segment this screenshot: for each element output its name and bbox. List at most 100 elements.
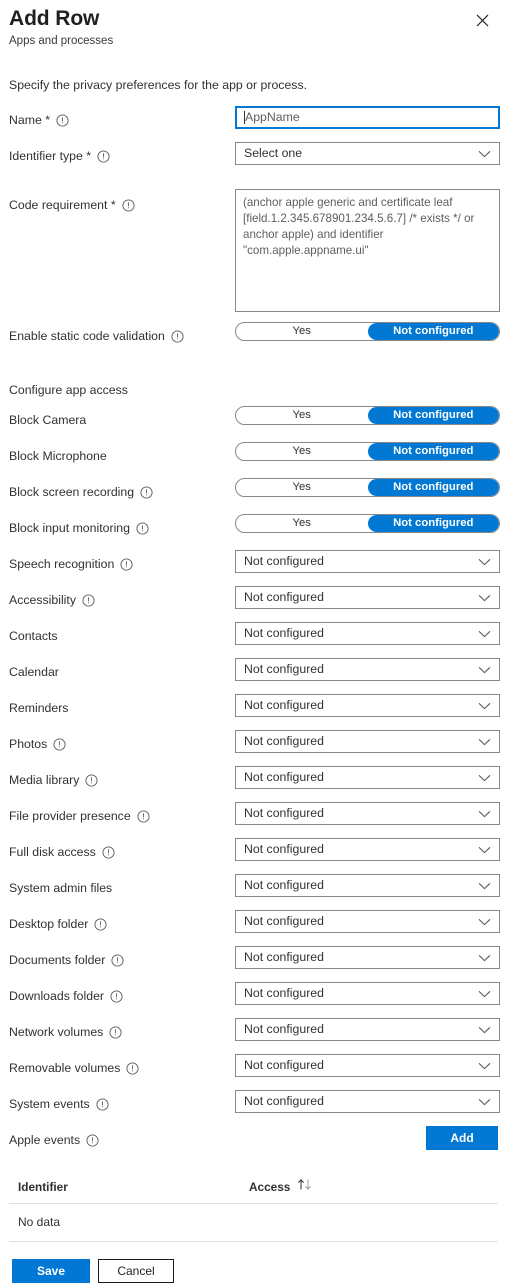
reminders-select[interactable]: Not configured — [235, 694, 500, 717]
block-screen-recording-toggle[interactable]: Yes Not configured — [235, 478, 500, 497]
toggle-option-not-configured[interactable]: Not configured — [367, 407, 499, 424]
removable-volumes-select[interactable]: Not configured — [235, 1054, 500, 1077]
field-label-system-admin-files: System admin files — [9, 874, 235, 896]
field-label-block-input-monitoring: Block input monitoring — [9, 514, 235, 536]
field-row-block-screen-recording: Block screen recording Yes Not configured — [9, 478, 500, 514]
contacts-select[interactable]: Not configured — [235, 622, 500, 645]
code-requirement-textarea[interactable]: (anchor apple generic and certificate le… — [235, 189, 500, 312]
block-camera-toggle[interactable]: Yes Not configured — [235, 406, 500, 425]
field-row-accessibility: Accessibility Not configured — [9, 586, 500, 622]
apple-events-table: Identifier Access No data — [9, 1178, 498, 1242]
add-button[interactable]: Add — [426, 1126, 498, 1150]
identifier-type-select[interactable]: Select one — [235, 142, 500, 165]
label-text-block-input-monitoring: Block input monitoring — [9, 521, 130, 535]
field-row-code-requirement: Code requirement * (anchor apple generic… — [9, 189, 500, 320]
desktop-folder-value: Not configured — [244, 914, 324, 928]
cancel-button[interactable]: Cancel — [98, 1259, 174, 1283]
label-text-system-events: System events — [9, 1097, 90, 1111]
field-label-removable-volumes: Removable volumes — [9, 1054, 235, 1076]
label-text-reminders: Reminders — [9, 701, 69, 715]
full-disk-access-value: Not configured — [244, 842, 324, 856]
accessibility-select[interactable]: Not configured — [235, 586, 500, 609]
info-icon[interactable] — [136, 521, 149, 535]
info-icon[interactable] — [122, 198, 135, 212]
toggle-option-yes[interactable]: Yes — [236, 323, 368, 340]
toggle-option-not-configured[interactable]: Not configured — [367, 515, 499, 532]
system-events-value: Not configured — [244, 1094, 324, 1108]
toggle-option-not-configured[interactable]: Not configured — [367, 323, 499, 340]
info-icon[interactable] — [140, 485, 153, 499]
info-icon[interactable] — [120, 557, 133, 571]
desktop-folder-select[interactable]: Not configured — [235, 910, 500, 933]
toggle-option-not-configured[interactable]: Not configured — [367, 479, 499, 496]
field-label-identifier-type: Identifier type * — [9, 142, 235, 164]
table-empty-row: No data — [9, 1204, 498, 1242]
field-control-block-screen-recording: Yes Not configured — [235, 478, 500, 497]
sort-ascending-descending-icon[interactable] — [297, 1178, 315, 1194]
field-control-full-disk-access: Not configured — [235, 838, 500, 861]
info-icon[interactable] — [86, 1133, 99, 1147]
info-icon[interactable] — [85, 773, 98, 787]
info-icon[interactable] — [137, 809, 150, 823]
system-events-select[interactable]: Not configured — [235, 1090, 500, 1113]
calendar-select[interactable]: Not configured — [235, 658, 500, 681]
field-row-reminders: Reminders Not configured — [9, 694, 500, 730]
name-input[interactable]: AppName — [235, 106, 500, 129]
add-row-panel: Add Row Apps and processes Specify the p… — [0, 0, 507, 1283]
system-admin-files-select[interactable]: Not configured — [235, 874, 500, 897]
label-text-documents-folder: Documents folder — [9, 953, 106, 967]
full-disk-access-select[interactable]: Not configured — [235, 838, 500, 861]
field-control-accessibility: Not configured — [235, 586, 500, 609]
photos-select[interactable]: Not configured — [235, 730, 500, 753]
static-code-validation-toggle[interactable]: Yes Not configured — [235, 322, 500, 341]
form: Name * AppName Identifier type * Select … — [9, 106, 500, 1162]
info-icon[interactable] — [109, 1025, 122, 1039]
field-label-contacts: Contacts — [9, 622, 235, 644]
info-icon[interactable] — [111, 953, 124, 967]
field-label-full-disk-access: Full disk access — [9, 838, 235, 860]
speech-recognition-select[interactable]: Not configured — [235, 550, 500, 573]
field-row-apple-events: Apple events Add — [9, 1126, 498, 1162]
toggle-option-yes[interactable]: Yes — [236, 515, 368, 532]
panel-header: Add Row Apps and processes — [9, 0, 498, 49]
field-control-reminders: Not configured — [235, 694, 500, 717]
required-mark: * — [45, 113, 51, 127]
info-icon[interactable] — [82, 593, 95, 607]
info-icon[interactable] — [53, 737, 66, 751]
toggle-option-yes[interactable]: Yes — [236, 443, 368, 460]
info-icon[interactable] — [97, 149, 110, 163]
network-volumes-select[interactable]: Not configured — [235, 1018, 500, 1041]
documents-folder-select[interactable]: Not configured — [235, 946, 500, 969]
info-icon[interactable] — [110, 989, 123, 1003]
column-header-access[interactable]: Access — [249, 1178, 315, 1194]
block-input-monitoring-toggle[interactable]: Yes Not configured — [235, 514, 500, 533]
toggle-option-yes[interactable]: Yes — [236, 407, 368, 424]
field-label-name: Name * — [9, 106, 235, 128]
reminders-value: Not configured — [244, 698, 324, 712]
required-mark: * — [86, 149, 92, 163]
toggle-option-yes[interactable]: Yes — [236, 479, 368, 496]
field-label-media-library: Media library — [9, 766, 235, 788]
toggle-option-not-configured[interactable]: Not configured — [367, 443, 499, 460]
info-icon[interactable] — [96, 1097, 109, 1111]
field-label-system-events: System events — [9, 1090, 235, 1112]
file-provider-presence-select[interactable]: Not configured — [235, 802, 500, 825]
save-button[interactable]: Save — [12, 1259, 90, 1283]
field-row-removable-volumes: Removable volumes Not configured — [9, 1054, 500, 1090]
info-icon[interactable] — [56, 113, 69, 127]
file-provider-presence-value: Not configured — [244, 806, 324, 820]
info-icon[interactable] — [126, 1061, 139, 1075]
chevron-down-icon — [478, 882, 491, 890]
block-microphone-toggle[interactable]: Yes Not configured — [235, 442, 500, 461]
field-label-apple-events: Apple events — [9, 1126, 235, 1148]
info-icon[interactable] — [94, 917, 107, 931]
info-icon[interactable] — [171, 329, 184, 343]
field-row-calendar: Calendar Not configured — [9, 658, 500, 694]
downloads-folder-select[interactable]: Not configured — [235, 982, 500, 1005]
chevron-down-icon — [478, 150, 491, 158]
info-icon[interactable] — [102, 845, 115, 859]
close-icon[interactable] — [471, 9, 493, 31]
media-library-select[interactable]: Not configured — [235, 766, 500, 789]
field-row-block-input-monitoring: Block input monitoring Yes Not configured — [9, 514, 500, 550]
field-row-system-events: System events Not configured — [9, 1090, 500, 1126]
